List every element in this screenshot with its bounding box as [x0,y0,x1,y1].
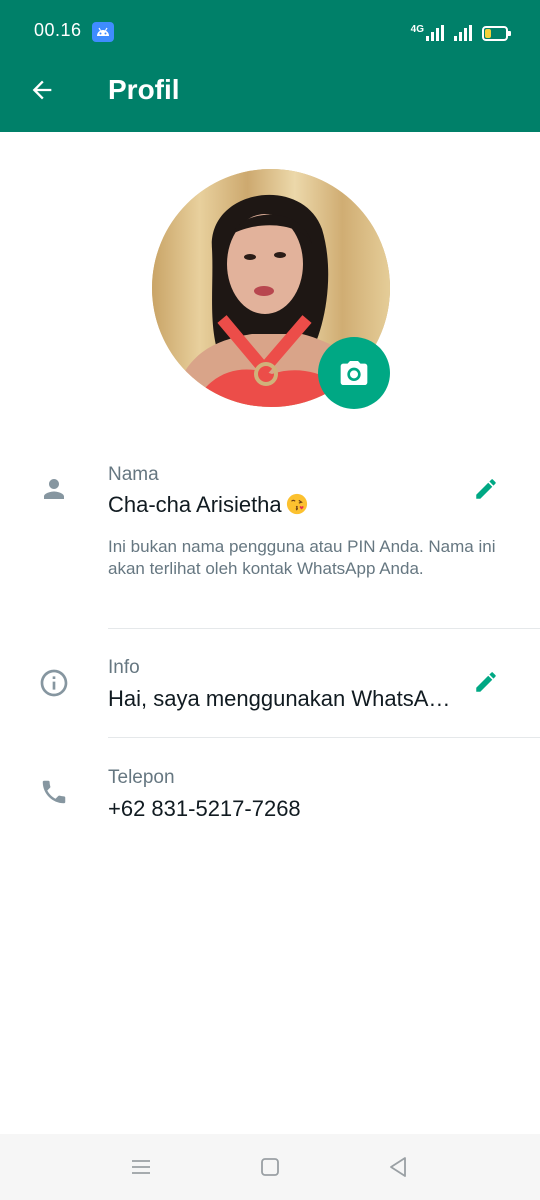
arrow-left-icon [32,80,52,100]
name-text: Cha-cha Arisietha [108,492,282,517]
info-value[interactable]: Hai, saya menggunakan WhatsA… [108,686,450,712]
app-bar: 00.16 4G Profil [0,0,540,132]
status-bar: 00.16 4G [0,0,540,64]
square-icon [261,1158,279,1176]
battery-level [485,28,491,38]
edit-info-button[interactable] [470,666,502,698]
battery-icon [482,25,511,41]
name-value[interactable]: Cha-cha Arisietha [108,492,308,518]
phone-icon [38,776,70,808]
name-label: Nama [108,464,159,485]
system-nav-bar [0,1134,540,1200]
menu-icon [132,1160,150,1174]
status-icons: 4G [410,22,511,44]
status-time: 00.16 [34,20,82,40]
divider [108,737,540,738]
info-label: Info [108,657,140,678]
camera-icon [340,361,368,385]
kiss-emoji-icon [286,493,307,515]
pencil-icon [476,672,496,692]
change-photo-button[interactable] [318,337,390,409]
recent-apps-button[interactable] [128,1154,154,1180]
person-icon [38,473,70,505]
back-button[interactable] [22,70,62,110]
pencil-icon [476,479,496,499]
info-icon [38,667,70,699]
signal-icon-2 [454,25,472,41]
edit-name-button[interactable] [470,473,502,505]
triangle-back-icon [390,1157,406,1177]
page-title: Profil [108,74,180,105]
back-nav-button[interactable] [385,1154,411,1180]
phone-value: +62 831-5217-7268 [108,796,301,821]
name-hint: Ini bukan nama pengguna atau PIN Anda. N… [108,537,496,578]
signal-icon [426,25,444,41]
divider [108,628,540,629]
android-notification-icon [92,22,114,42]
phone-label: Telepon [108,767,175,788]
network-type: 4G [410,23,424,35]
home-button[interactable] [257,1154,283,1180]
